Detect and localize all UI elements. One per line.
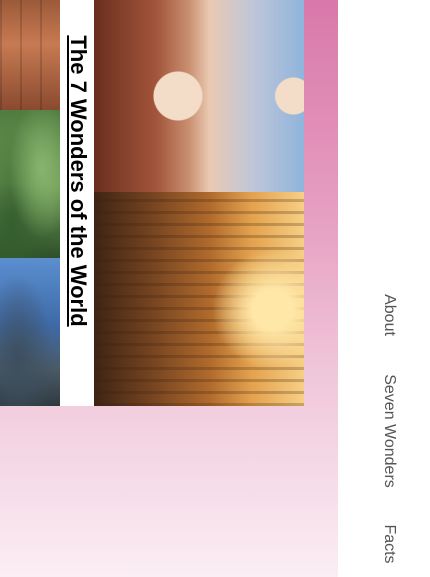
- nav-link-seven-wonders[interactable]: Seven Wonders: [376, 370, 402, 492]
- page-title-container: The 7 Wonders of the World: [64, 4, 92, 358]
- machu-picchu-image: [0, 258, 60, 406]
- taj-mahal-image: [94, 0, 304, 192]
- nav-link-seven-wonders-label: Seven Wonders: [381, 374, 398, 488]
- nav-link-facts-label: Facts: [381, 524, 398, 564]
- nav-link-about[interactable]: About: [376, 288, 402, 342]
- great-wall-image: [0, 110, 60, 258]
- page-title: The 7 Wonders of the World: [66, 35, 91, 327]
- chichen-itza-image: [94, 192, 304, 406]
- nav-link-about-label: About: [381, 294, 398, 336]
- nav-link-facts[interactable]: Facts: [376, 520, 402, 568]
- petra-image: [0, 0, 60, 110]
